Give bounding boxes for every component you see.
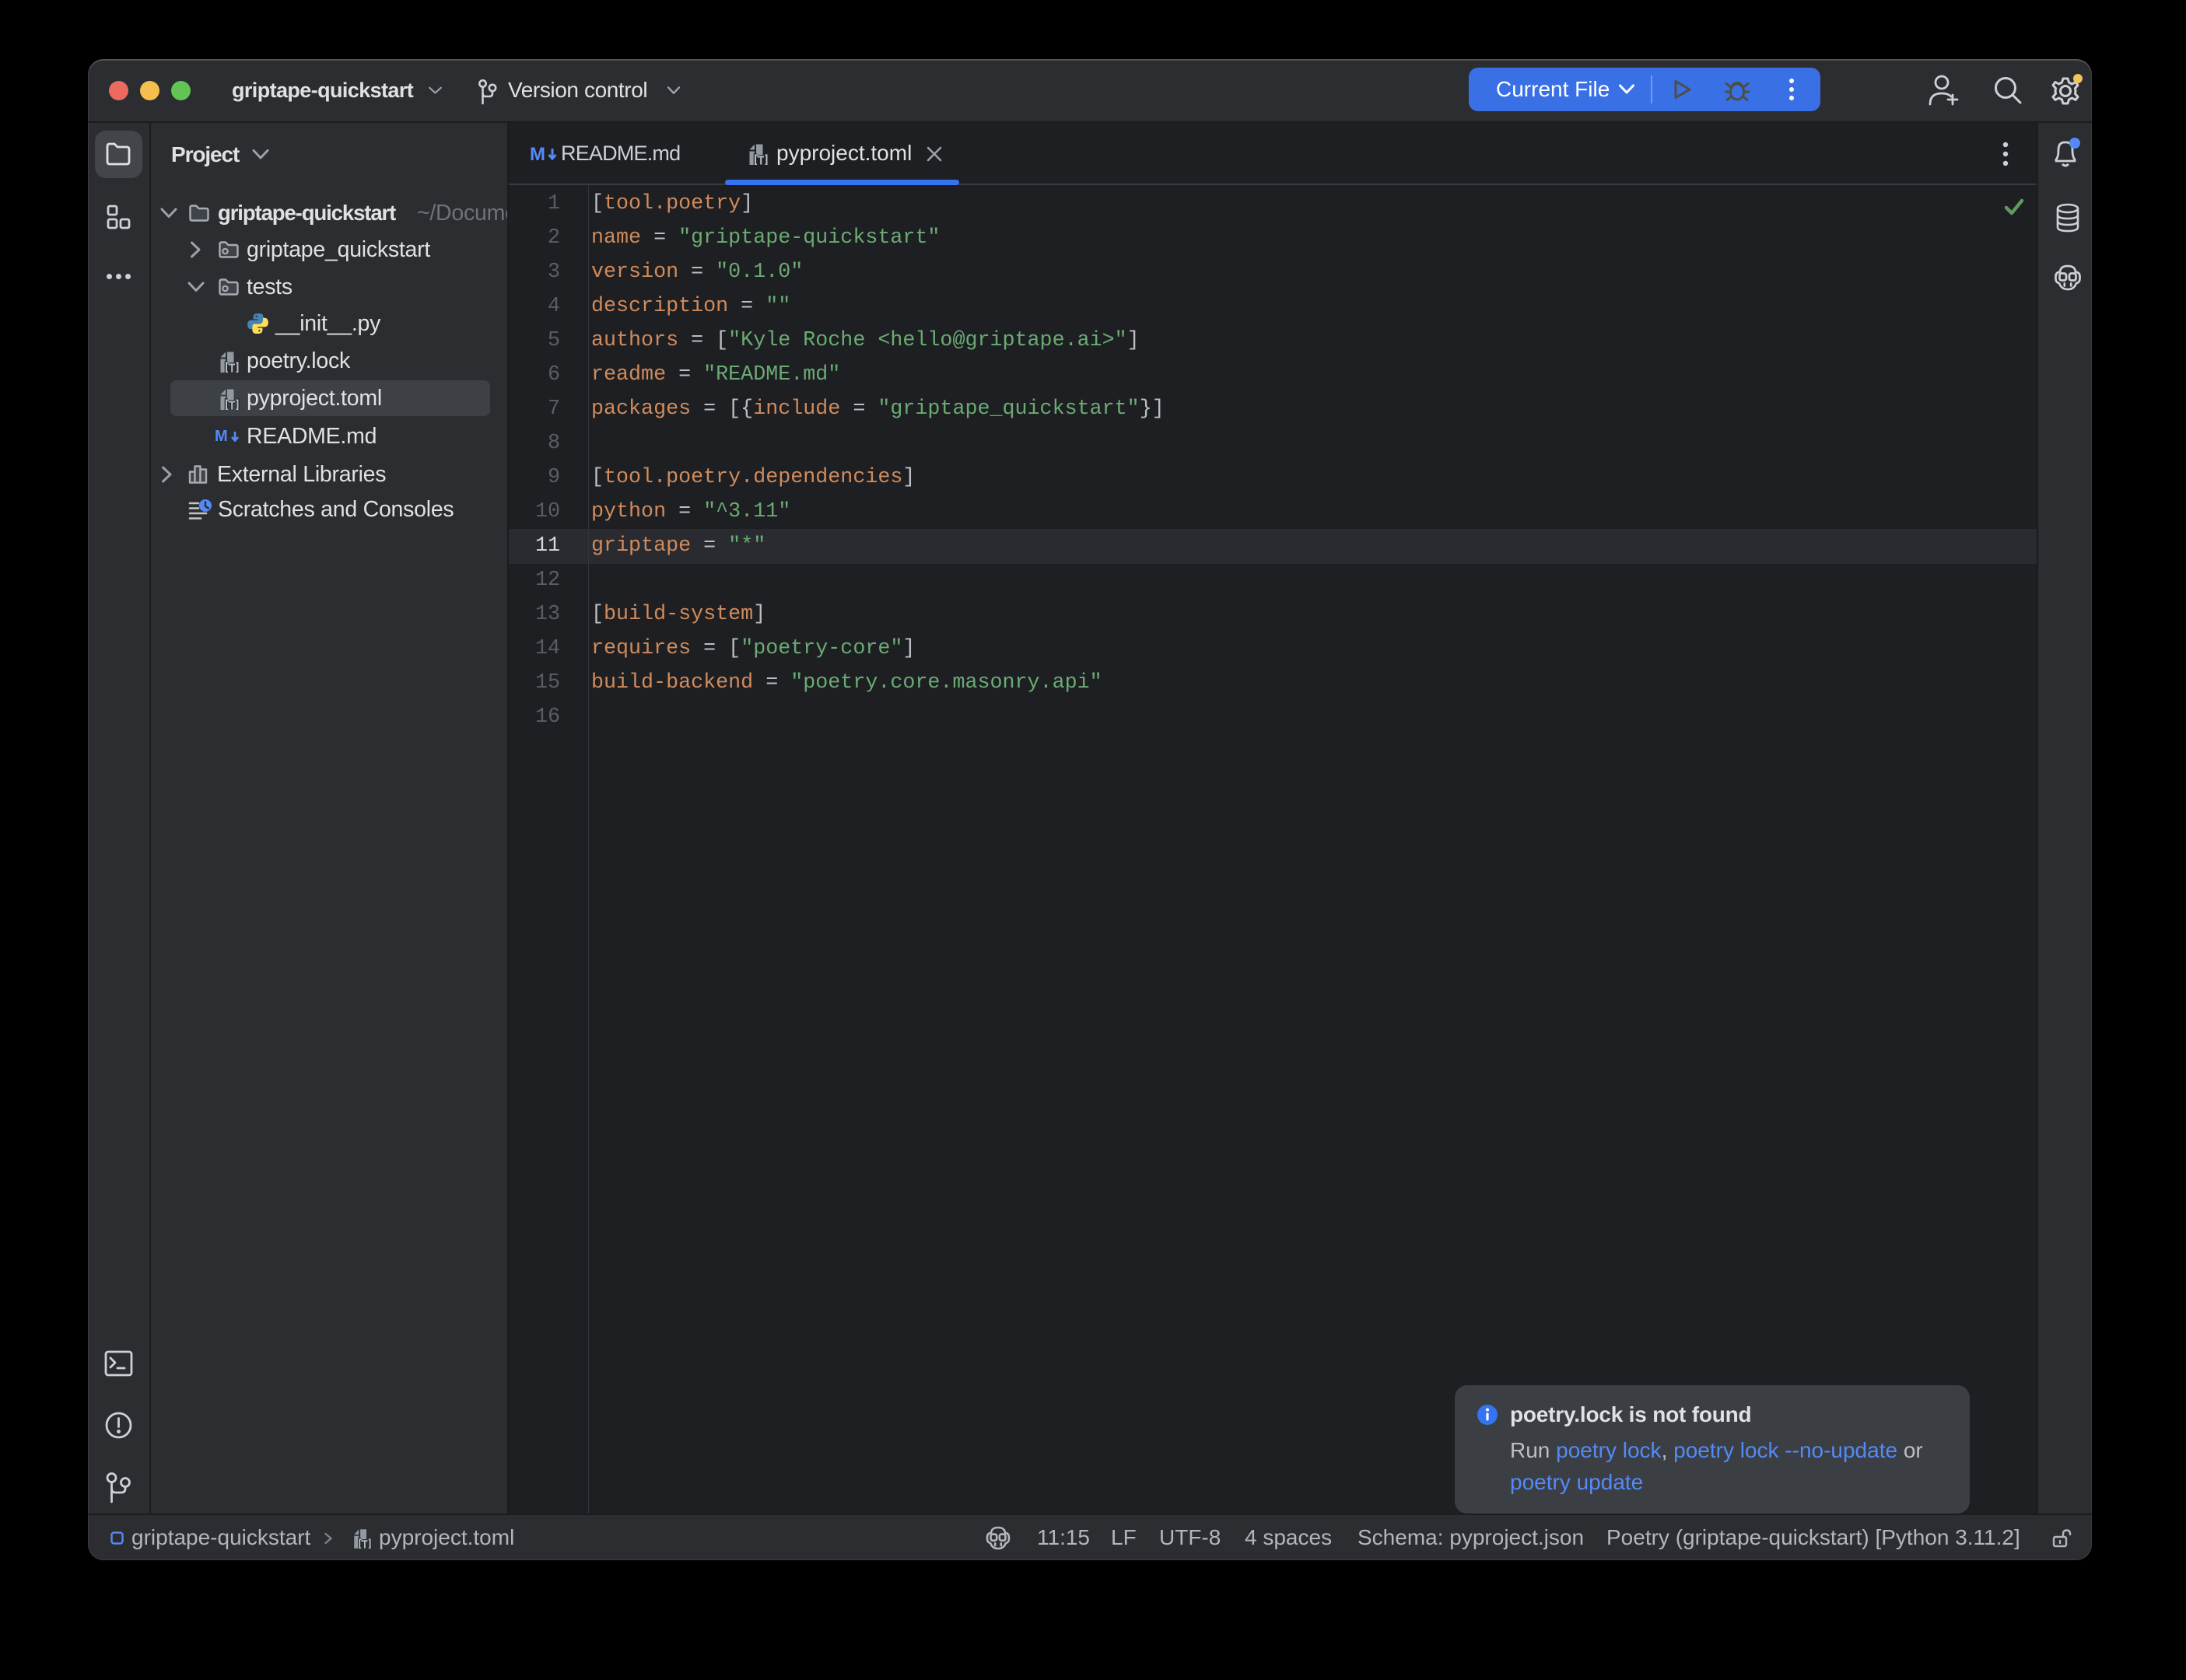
svg-text:M: M: [215, 428, 227, 445]
svg-text:M: M: [530, 144, 545, 165]
